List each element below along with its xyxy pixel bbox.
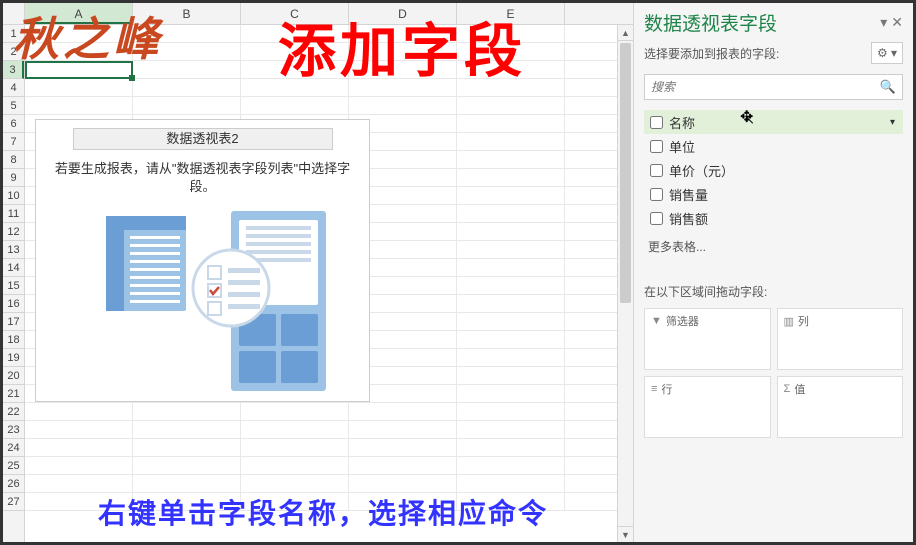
row-header-21[interactable]: 21 xyxy=(3,385,24,403)
pane-subtitle: 选择要添加到报表的字段: xyxy=(644,45,779,62)
field-dropdown-icon[interactable]: ▾ xyxy=(890,117,895,128)
column-headers: A B C D E xyxy=(3,3,633,25)
pivot-placeholder-title: 数据透视表2 xyxy=(73,128,333,150)
area-rows[interactable]: ≡行 xyxy=(644,376,771,438)
scroll-down-icon[interactable]: ▼ xyxy=(618,526,633,542)
row-header-17[interactable]: 17 xyxy=(3,313,24,331)
row-header-27[interactable]: 27 xyxy=(3,493,24,511)
columns-icon: ▥ xyxy=(784,315,794,328)
row-header-11[interactable]: 11 xyxy=(3,205,24,223)
field-item-2[interactable]: 单价（元） xyxy=(644,158,903,182)
row-header-18[interactable]: 18 xyxy=(3,331,24,349)
pivot-placeholder-msg: 若要生成报表，请从"数据透视表字段列表"中选择字段。 xyxy=(36,156,369,206)
field-label: 单位 xyxy=(669,137,695,156)
pane-options-button[interactable]: ⚙ ▾ xyxy=(871,42,903,64)
col-header-C[interactable]: C xyxy=(241,3,349,24)
field-item-3[interactable]: 销售量 xyxy=(644,182,903,206)
row-header-22[interactable]: 22 xyxy=(3,403,24,421)
col-header-E[interactable]: E xyxy=(457,3,565,24)
pivot-illustration xyxy=(36,206,369,401)
areas-label: 在以下区域间拖动字段: xyxy=(644,283,903,300)
field-label: 名称 xyxy=(669,113,695,132)
field-checkbox[interactable] xyxy=(650,140,663,153)
row-headers: 1234567891011121314151617181920212223242… xyxy=(3,25,25,542)
search-box[interactable]: 🔍 xyxy=(644,74,903,100)
row-header-13[interactable]: 13 xyxy=(3,241,24,259)
row-header-15[interactable]: 15 xyxy=(3,277,24,295)
row-header-2[interactable]: 2 xyxy=(3,43,24,61)
more-tables-link[interactable]: 更多表格... xyxy=(644,238,903,255)
row-header-19[interactable]: 19 xyxy=(3,349,24,367)
select-all-corner[interactable] xyxy=(3,3,25,24)
row-header-23[interactable]: 23 xyxy=(3,421,24,439)
row-header-26[interactable]: 26 xyxy=(3,475,24,493)
row-header-4[interactable]: 4 xyxy=(3,79,24,97)
row-header-20[interactable]: 20 xyxy=(3,367,24,385)
row-header-3[interactable]: 3 xyxy=(3,61,24,79)
field-checkbox[interactable] xyxy=(650,188,663,201)
cells-grid[interactable]: 数据透视表2 若要生成报表，请从"数据透视表字段列表"中选择字段。 xyxy=(25,25,617,542)
field-item-0[interactable]: 名称▾✥↖ xyxy=(644,110,903,134)
field-checkbox[interactable] xyxy=(650,212,663,225)
area-filter[interactable]: ▼筛选器 xyxy=(644,308,771,370)
row-header-24[interactable]: 24 xyxy=(3,439,24,457)
search-icon[interactable]: 🔍 xyxy=(880,79,896,95)
field-label: 销售额 xyxy=(669,209,708,228)
pane-title: 数据透视表字段 xyxy=(644,9,777,36)
rows-icon: ≡ xyxy=(651,383,657,395)
values-icon: Σ xyxy=(784,383,791,395)
field-checkbox[interactable] xyxy=(650,116,663,129)
pane-close-icon[interactable]: ✕ xyxy=(891,14,903,31)
col-header-B[interactable]: B xyxy=(133,3,241,24)
row-header-6[interactable]: 6 xyxy=(3,115,24,133)
row-header-25[interactable]: 25 xyxy=(3,457,24,475)
pivot-fields-pane: 数据透视表字段 ▾ ✕ 选择要添加到报表的字段: ⚙ ▾ 🔍 名称▾✥↖单位单价… xyxy=(633,3,913,542)
row-header-5[interactable]: 5 xyxy=(3,97,24,115)
filter-icon: ▼ xyxy=(651,315,662,327)
area-columns[interactable]: ▥列 xyxy=(777,308,904,370)
col-header-A[interactable]: A xyxy=(25,3,133,24)
row-header-16[interactable]: 16 xyxy=(3,295,24,313)
fields-list: 名称▾✥↖单位单价（元）销售量销售额 xyxy=(644,110,903,230)
vertical-scrollbar[interactable]: ▲ ▼ xyxy=(617,25,633,542)
row-header-8[interactable]: 8 xyxy=(3,151,24,169)
scroll-up-icon[interactable]: ▲ xyxy=(618,25,633,41)
field-item-4[interactable]: 销售额 xyxy=(644,206,903,230)
row-header-12[interactable]: 12 xyxy=(3,223,24,241)
row-header-1[interactable]: 1 xyxy=(3,25,24,43)
col-header-D[interactable]: D xyxy=(349,3,457,24)
scroll-thumb[interactable] xyxy=(620,43,631,303)
field-label: 单价（元） xyxy=(669,161,734,180)
row-header-10[interactable]: 10 xyxy=(3,187,24,205)
search-input[interactable] xyxy=(651,80,880,94)
field-item-1[interactable]: 单位 xyxy=(644,134,903,158)
pane-dropdown-icon[interactable]: ▾ xyxy=(880,14,887,31)
arrow-cursor-icon: ↖ xyxy=(744,112,755,128)
field-label: 销售量 xyxy=(669,185,708,204)
row-header-9[interactable]: 9 xyxy=(3,169,24,187)
row-header-14[interactable]: 14 xyxy=(3,259,24,277)
spreadsheet-area: A B C D E 123456789101112131415161718192… xyxy=(3,3,633,542)
pivot-placeholder-box: 数据透视表2 若要生成报表，请从"数据透视表字段列表"中选择字段。 xyxy=(35,119,370,402)
field-checkbox[interactable] xyxy=(650,164,663,177)
area-values[interactable]: Σ值 xyxy=(777,376,904,438)
row-header-7[interactable]: 7 xyxy=(3,133,24,151)
